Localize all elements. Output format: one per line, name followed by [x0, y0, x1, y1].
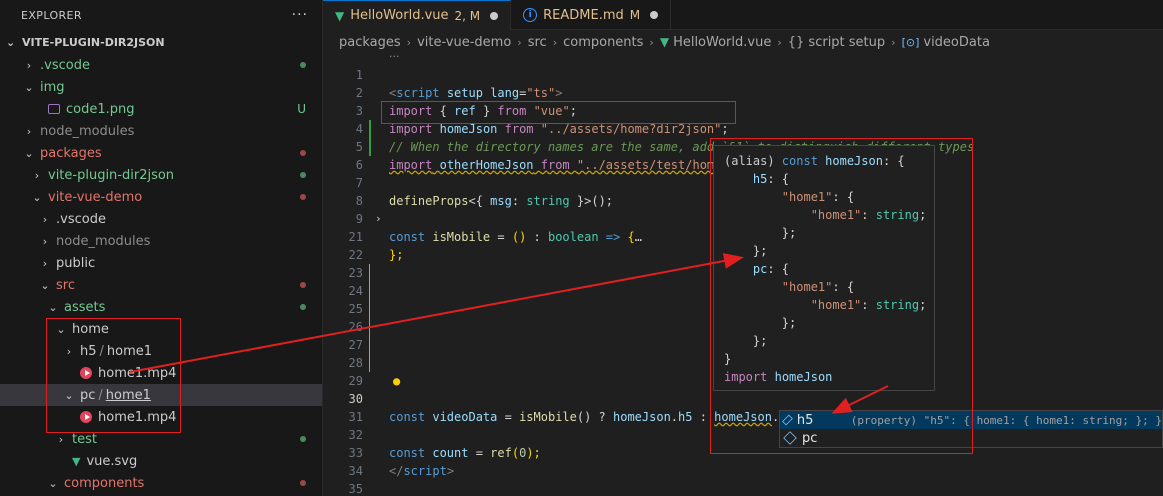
workspace-root[interactable]: ⌄ VITE-PLUGIN-DIR2JSON: [0, 30, 322, 54]
tree-item[interactable]: › node_modules: [0, 230, 322, 252]
tree-item-label: public: [56, 255, 96, 271]
chevron-right-icon: ›: [891, 35, 896, 49]
chevron-down-icon: ⌄: [24, 80, 34, 94]
tree-item-label: vue.svg: [86, 453, 138, 469]
tree-item[interactable]: ⌄ img: [0, 76, 322, 98]
git-status-dot-icon: [300, 150, 306, 156]
chevron-right-icon: ›: [42, 212, 48, 226]
git-status-dot-icon: [300, 62, 306, 68]
tree-item[interactable]: ⌄ components: [0, 472, 322, 494]
tree-item-label: .vscode: [40, 57, 90, 73]
chevron-right-icon: ›: [777, 35, 782, 49]
tree-item[interactable]: ⌄ src: [0, 274, 322, 296]
breadcrumb: packages › vite-vue-demo › src › compone…: [323, 30, 1163, 64]
chevron-down-icon: ⌄: [6, 35, 16, 49]
tree-item-label: vite-plugin-dir2json: [48, 167, 175, 183]
tab-label: README.md: [543, 7, 624, 23]
modified-gutter-bar: [369, 264, 370, 372]
chevron-right-icon: ›: [26, 58, 32, 72]
tree-item[interactable]: › .vscode: [0, 54, 322, 76]
git-status-dot-icon: [300, 194, 306, 200]
tree-item[interactable]: › .vscode: [0, 208, 322, 230]
tree-item[interactable]: code1.png U: [0, 98, 322, 120]
tab-readme-md[interactable]: i README.md M: [511, 0, 672, 30]
info-icon: i: [523, 8, 538, 22]
tab-status: M: [629, 8, 641, 22]
breadcrumb-item[interactable]: HelloWorld.vue: [673, 35, 771, 50]
tree-item-label: node_modules: [40, 123, 135, 139]
breadcrumb-item[interactable]: src: [528, 35, 547, 50]
tree-item-label: code1.png: [66, 101, 135, 117]
breadcrumb-item[interactable]: components: [563, 35, 643, 50]
git-status-dot-icon: [300, 436, 306, 442]
tab-label: HelloWorld.vue: [350, 8, 449, 23]
chevron-right-icon: ›: [552, 35, 558, 49]
breadcrumb-item[interactable]: {} script setup: [788, 35, 885, 50]
code-line-35: <template>: [323, 480, 1163, 496]
annotation-box-hover: [710, 138, 973, 454]
tree-item[interactable]: ⌄ assets: [0, 296, 322, 318]
chevron-right-icon: ›: [649, 35, 654, 49]
chevron-right-icon: ›: [26, 124, 32, 138]
lightbulb-icon[interactable]: ●: [393, 374, 400, 388]
breadcrumb-item[interactable]: vite-vue-demo: [417, 35, 511, 50]
unsaved-dot-icon[interactable]: [490, 11, 499, 20]
tree-item-label: .vscode: [56, 211, 106, 227]
tree-item-label: assets: [64, 299, 106, 315]
untracked-badge: U: [297, 102, 306, 116]
tree-item[interactable]: ⌄ vite-vue-demo: [0, 186, 322, 208]
tab-helloworld-vue[interactable]: ▼ HelloWorld.vue 2, M: [323, 0, 512, 30]
chevron-down-icon: ⌄: [40, 278, 50, 292]
tree-item-label: img: [40, 79, 65, 95]
git-status-dot-icon: [300, 480, 306, 486]
tree-item-label: test: [72, 431, 97, 447]
workspace-root-label: VITE-PLUGIN-DIR2JSON: [22, 35, 165, 49]
tree-item-label: node_modules: [56, 233, 151, 249]
chevron-right-icon: ›: [42, 256, 48, 270]
chevron-down-icon: ⌄: [32, 190, 42, 204]
chevron-down-icon: ⌄: [48, 300, 58, 314]
chevron-right-icon: ›: [34, 168, 40, 182]
code-line-1: <script setup lang="ts">: [389, 86, 563, 100]
unsaved-dot-icon[interactable]: [650, 11, 659, 19]
chevron-down-icon: ⌄: [24, 146, 34, 160]
annotation-box-import: [381, 101, 736, 124]
tab-status: 2, M: [454, 8, 481, 23]
chevron-right-icon: ›: [58, 432, 64, 446]
breadcrumb-item[interactable]: videoData: [923, 35, 990, 50]
code-line-2: import { ref } from "vue";: [389, 104, 577, 118]
git-status-dot-icon: [300, 282, 306, 288]
tree-item[interactable]: ⌄ packages: [0, 142, 322, 164]
vue-file-icon: ▼: [72, 454, 81, 468]
tree-item[interactable]: › node_modules: [0, 120, 322, 142]
image-file-icon: [48, 104, 60, 114]
annotation-box-tree: [46, 318, 181, 433]
explorer-header: EXPLORER ···: [0, 0, 322, 30]
breadcrumb-item[interactable]: packages: [339, 35, 401, 50]
vue-file-icon: ▼: [335, 8, 345, 23]
explorer-title: EXPLORER: [21, 8, 82, 22]
chevron-right-icon: ›: [406, 35, 412, 49]
editor-tabs: ▼ HelloWorld.vue 2, M i README.md M: [323, 0, 1163, 30]
git-status-dot-icon: [300, 172, 306, 178]
variable-icon: [⊙]: [901, 35, 920, 49]
vue-file-icon: ▼: [659, 35, 670, 49]
tree-item-label: src: [56, 277, 75, 293]
tree-item[interactable]: ▼ vue.svg: [0, 450, 322, 472]
tree-item-label: packages: [40, 145, 102, 161]
more-actions-icon[interactable]: ···: [292, 7, 308, 23]
git-status-dot-icon: [300, 304, 306, 310]
tree-item[interactable]: › public: [0, 252, 322, 274]
tree-item-label: components: [64, 475, 145, 491]
tree-item-label: vite-vue-demo: [48, 189, 143, 205]
chevron-down-icon: ⌄: [48, 476, 58, 490]
chevron-right-icon: ›: [42, 234, 48, 248]
chevron-right-icon: ›: [517, 35, 522, 49]
tree-item[interactable]: › vite-plugin-dir2json: [0, 164, 322, 186]
